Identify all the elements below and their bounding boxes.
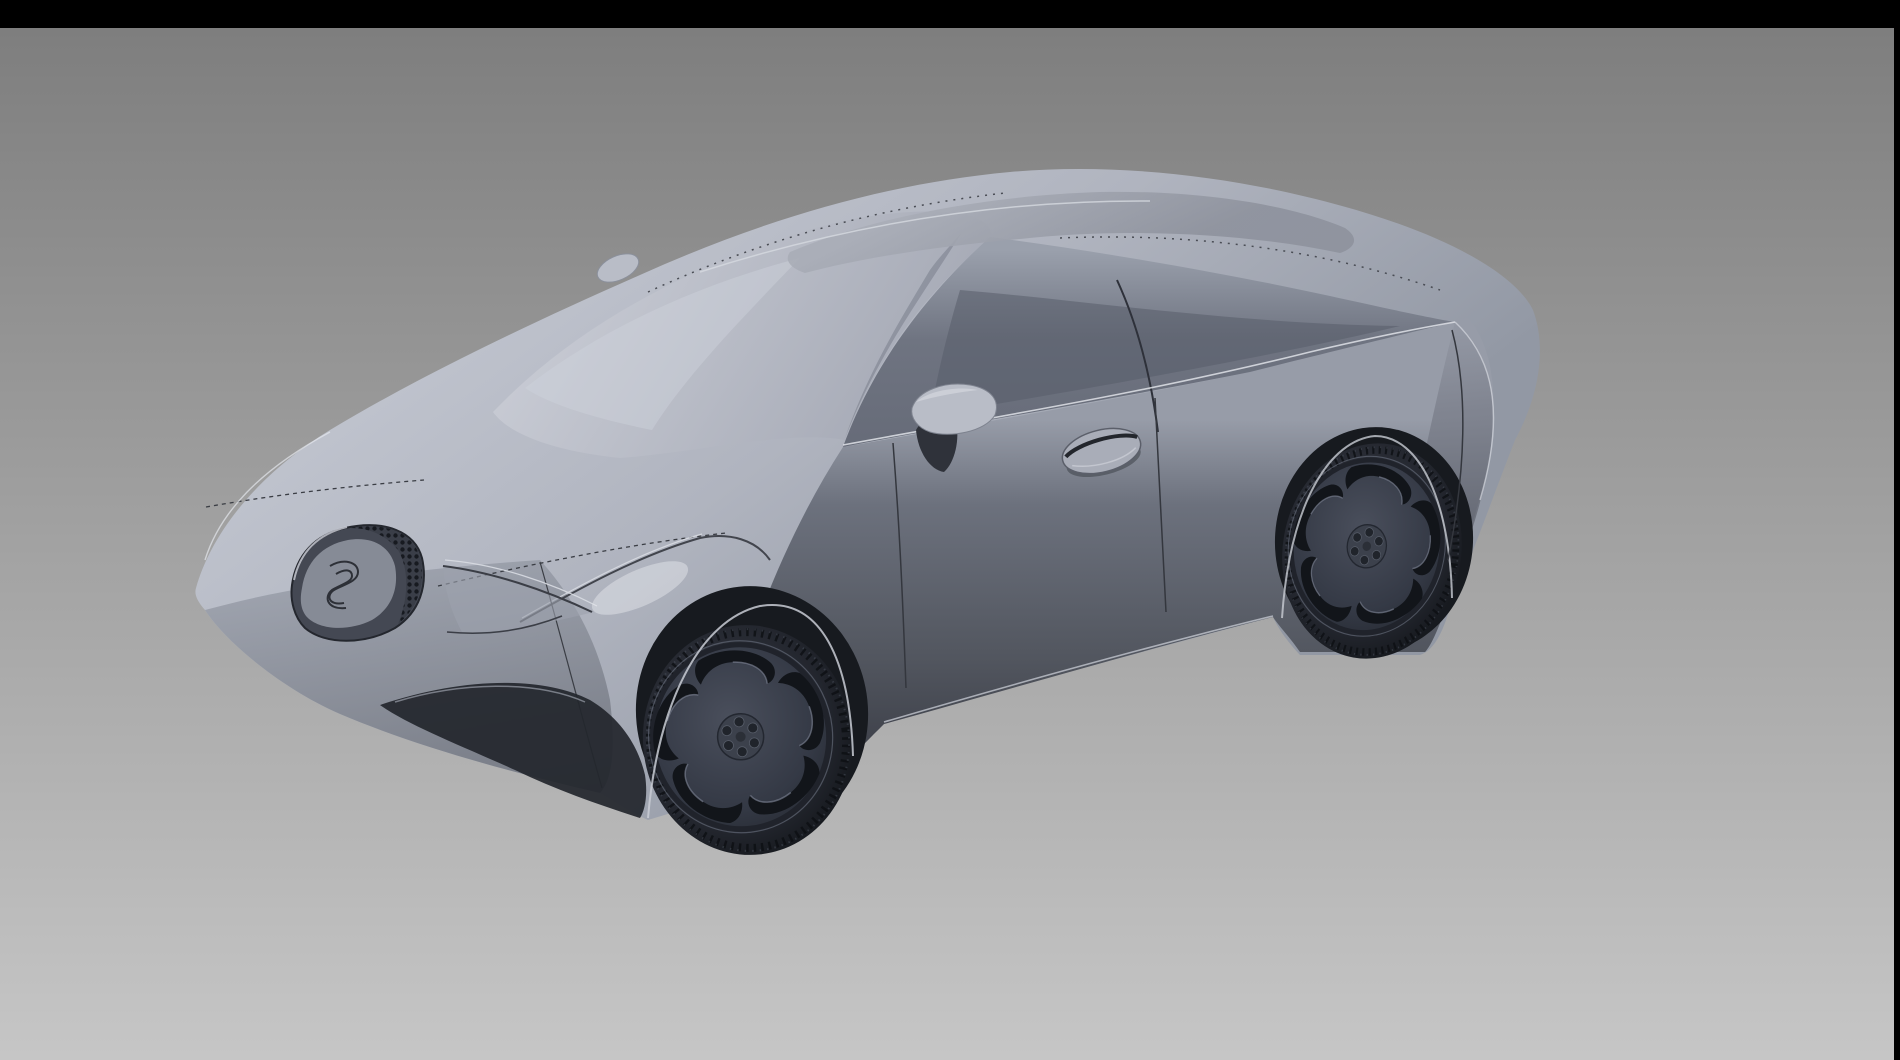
right-letterbox-bar	[1894, 0, 1900, 1060]
top-letterbox-bar	[0, 0, 1900, 28]
render-window	[0, 0, 1900, 1060]
render-canvas	[0, 0, 1900, 1060]
